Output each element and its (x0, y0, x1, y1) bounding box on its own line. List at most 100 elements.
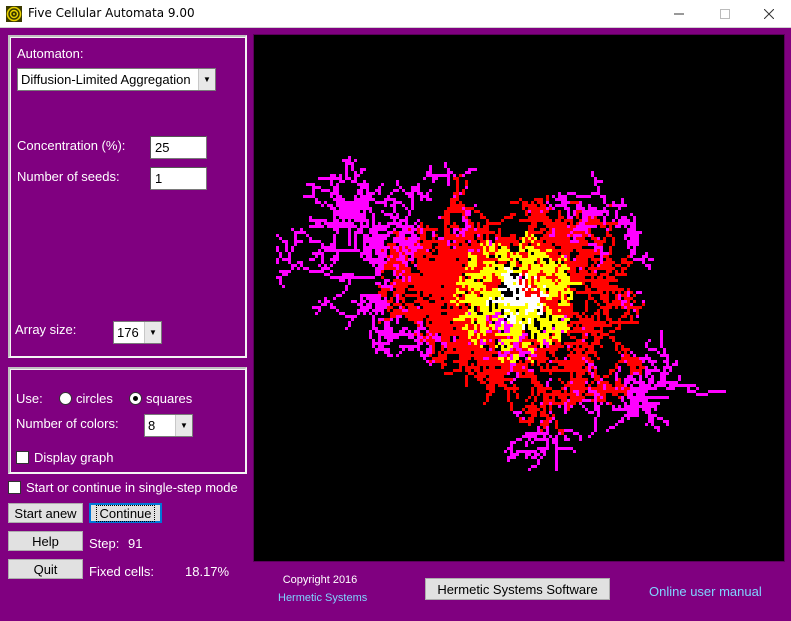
cluster-cell (495, 252, 498, 255)
cluster-cell (495, 312, 498, 315)
cluster-cell (555, 444, 558, 447)
cluster-cell (600, 384, 603, 387)
cluster-cell (510, 357, 513, 360)
cluster-cell (615, 384, 618, 387)
cluster-cell (432, 255, 435, 258)
continue-button[interactable]: Continue (89, 503, 162, 523)
cluster-cell (411, 261, 414, 264)
cluster-cell (639, 258, 642, 261)
cluster-cell (456, 288, 459, 291)
cluster-cell (606, 294, 609, 297)
cluster-cell (510, 369, 513, 372)
circles-radio[interactable] (59, 392, 72, 405)
cluster-cell (573, 342, 576, 345)
minimize-button[interactable] (656, 0, 702, 28)
concentration-input[interactable]: 25 (150, 136, 207, 159)
cluster-cell (579, 384, 582, 387)
cluster-cell (540, 336, 543, 339)
cluster-cell (285, 270, 288, 273)
cluster-cell (588, 324, 591, 327)
cluster-cell (453, 345, 456, 348)
cluster-cell (654, 384, 657, 387)
cluster-cell (432, 321, 435, 324)
cluster-cell (528, 315, 531, 318)
cluster-cell (636, 237, 639, 240)
cluster-cell (387, 348, 390, 351)
cluster-cell (480, 336, 483, 339)
maximize-button[interactable] (702, 0, 748, 28)
squares-radio[interactable] (129, 392, 142, 405)
cluster-cell (624, 261, 627, 264)
cluster-cell (327, 225, 330, 228)
cluster-cell (687, 390, 690, 393)
cluster-cell (555, 276, 558, 279)
start-anew-button[interactable]: Start anew (8, 503, 83, 523)
cluster-cell (417, 342, 420, 345)
cluster-cell (519, 354, 522, 357)
cluster-cell (585, 288, 588, 291)
cluster-cell (405, 276, 408, 279)
seeds-input[interactable]: 1 (150, 167, 207, 190)
cluster-cell (567, 201, 570, 204)
cluster-cell (528, 288, 531, 291)
cluster-cell (621, 204, 624, 207)
cluster-cell (612, 426, 615, 429)
cluster-cell (417, 336, 420, 339)
hermetic-software-button[interactable]: Hermetic Systems Software (425, 578, 610, 600)
cluster-cell (378, 321, 381, 324)
cluster-cell (411, 312, 414, 315)
cluster-cell (477, 261, 480, 264)
company-link[interactable]: Hermetic Systems (278, 592, 367, 604)
quit-button[interactable]: Quit (8, 559, 83, 579)
colors-select[interactable]: 8 ▼ (144, 414, 193, 437)
cluster-cell (528, 303, 531, 306)
cluster-cell (507, 339, 510, 342)
cluster-cell (516, 393, 519, 396)
cluster-cell (393, 294, 396, 297)
cluster-cell (600, 381, 603, 384)
array-size-select[interactable]: 176 ▼ (113, 321, 162, 344)
cluster-cell (390, 216, 393, 219)
cluster-cell (342, 219, 345, 222)
online-manual-link[interactable]: Online user manual (649, 584, 762, 599)
cluster-cell (525, 252, 528, 255)
cluster-cell (651, 375, 654, 378)
cluster-cell (546, 318, 549, 321)
cluster-cell (495, 315, 498, 318)
cluster-cell (501, 345, 504, 348)
cluster-cell (486, 342, 489, 345)
cluster-cell (627, 300, 630, 303)
cluster-cell (591, 276, 594, 279)
cluster-cell (531, 339, 534, 342)
close-button[interactable] (746, 0, 791, 28)
automaton-select[interactable]: Diffusion-Limited Aggregation ▼ (17, 68, 216, 91)
cluster-cell (318, 201, 321, 204)
cluster-cell (567, 276, 570, 279)
cluster-cell (531, 261, 534, 264)
simulation-canvas[interactable] (253, 34, 785, 562)
single-step-checkbox[interactable] (8, 481, 21, 494)
cluster-cell (558, 345, 561, 348)
cluster-cell (465, 309, 468, 312)
cluster-cell (384, 330, 387, 333)
cluster-cell (330, 276, 333, 279)
cluster-cell (336, 249, 339, 252)
cluster-cell (312, 186, 315, 189)
cluster-cell (612, 240, 615, 243)
cluster-cell (444, 357, 447, 360)
display-graph-checkbox[interactable] (16, 451, 29, 464)
cluster-cell (576, 279, 579, 282)
cluster-cell (471, 264, 474, 267)
cluster-cell (582, 234, 585, 237)
cluster-cell (405, 279, 408, 282)
cluster-cell (405, 309, 408, 312)
cluster-cell (354, 174, 357, 177)
cluster-cell (585, 219, 588, 222)
help-button[interactable]: Help (8, 531, 83, 551)
cluster-cell (546, 342, 549, 345)
aggregation-cluster (276, 156, 726, 471)
cluster-cell (606, 234, 609, 237)
cluster-cell (432, 309, 435, 312)
cluster-cell (630, 261, 633, 264)
cluster-cell (630, 402, 633, 405)
